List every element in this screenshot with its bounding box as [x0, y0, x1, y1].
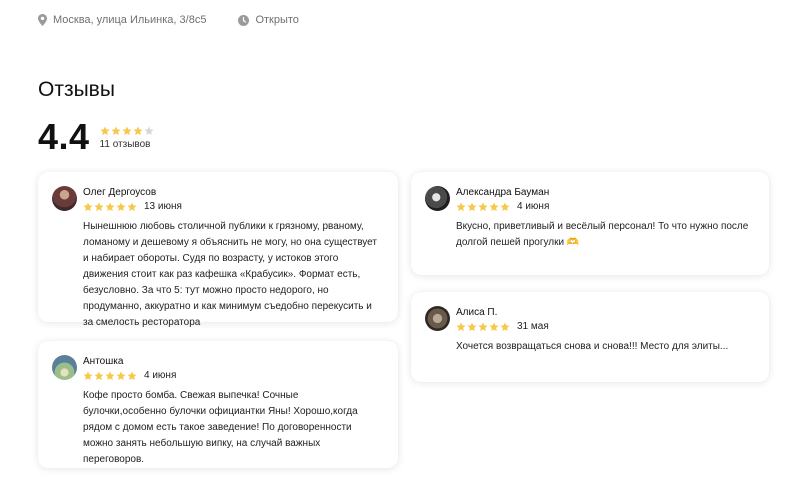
- star-icon: [127, 202, 137, 211]
- review-stars: [456, 202, 510, 212]
- review-date: 31 мая: [517, 321, 549, 332]
- review-text: Кофе просто бомба. Свежая выпечка! Сочны…: [83, 390, 358, 465]
- star-icon: [116, 371, 126, 380]
- avatar[interactable]: [425, 186, 450, 211]
- star-icon: [500, 322, 510, 331]
- review-stars: [83, 202, 137, 212]
- star-icon: [105, 202, 115, 211]
- star-icon: [83, 202, 93, 211]
- review-card: Александра Бауман 4 июня Вкусно, приветл…: [411, 172, 769, 275]
- star-icon: [456, 202, 466, 211]
- rating-stars: [100, 126, 154, 136]
- review-date: 4 июня: [144, 370, 177, 381]
- reviews-count[interactable]: 11 отзывов: [100, 139, 154, 150]
- review-text: Хочется возвращаться снова и снова!!! Ме…: [456, 341, 729, 352]
- star-icon: [489, 202, 499, 211]
- review-author[interactable]: Александра Бауман: [456, 187, 549, 198]
- average-rating: 4.4: [38, 116, 90, 157]
- review-author[interactable]: Алиса П.: [456, 307, 549, 318]
- review-text: Вкусно, приветливый и весёлый персонал! …: [456, 221, 749, 248]
- reviews-title: Отзывы: [38, 78, 115, 101]
- rating-summary: 4.4 11 отзывов: [38, 116, 154, 158]
- review-card: Олег Дергоусов 13 июня Нынешнюю любовь с…: [38, 172, 398, 328]
- review-date: 4 июня: [517, 201, 550, 212]
- status-item[interactable]: Открыто: [238, 14, 299, 26]
- location-pin-icon: [38, 14, 47, 26]
- star-icon: [467, 322, 477, 331]
- star-icon: [478, 322, 488, 331]
- star-icon: [105, 371, 115, 380]
- review-author[interactable]: Антошка: [83, 356, 176, 367]
- review-card: Алиса П. 31 мая Хочется возвращаться сно…: [411, 292, 769, 382]
- review-text: Нынешнюю любовь столичной публики к гряз…: [83, 221, 377, 328]
- star-icon: [94, 371, 104, 380]
- star-icon: [489, 322, 499, 331]
- star-icon: [94, 202, 104, 211]
- avatar[interactable]: [52, 186, 77, 211]
- star-icon: [100, 126, 110, 135]
- star-icon: [133, 126, 143, 135]
- open-status-text: Открыто: [255, 14, 299, 26]
- review-stars: [456, 322, 510, 332]
- review-author[interactable]: Олег Дергоусов: [83, 187, 182, 198]
- star-icon: [500, 202, 510, 211]
- star-icon: [478, 202, 488, 211]
- review-date: 13 июня: [144, 201, 182, 212]
- star-icon: [83, 371, 93, 380]
- star-icon: [122, 126, 132, 135]
- star-icon: [467, 202, 477, 211]
- star-icon: [144, 126, 154, 135]
- avatar[interactable]: [52, 355, 77, 380]
- address-text: Москва, улица Ильинка, 3/8с5: [53, 14, 207, 26]
- star-icon: [116, 202, 126, 211]
- review-card: Антошка 4 июня Кофе просто бомба. Свежая…: [38, 341, 398, 468]
- place-info-bar: Москва, улица Ильинка, 3/8с5 Открыто: [38, 14, 299, 26]
- star-icon: [111, 126, 121, 135]
- star-icon: [456, 322, 466, 331]
- address-item[interactable]: Москва, улица Ильинка, 3/8с5: [38, 14, 206, 26]
- avatar[interactable]: [425, 306, 450, 331]
- star-icon: [127, 371, 137, 380]
- review-stars: [83, 371, 137, 381]
- clock-icon: [238, 14, 250, 26]
